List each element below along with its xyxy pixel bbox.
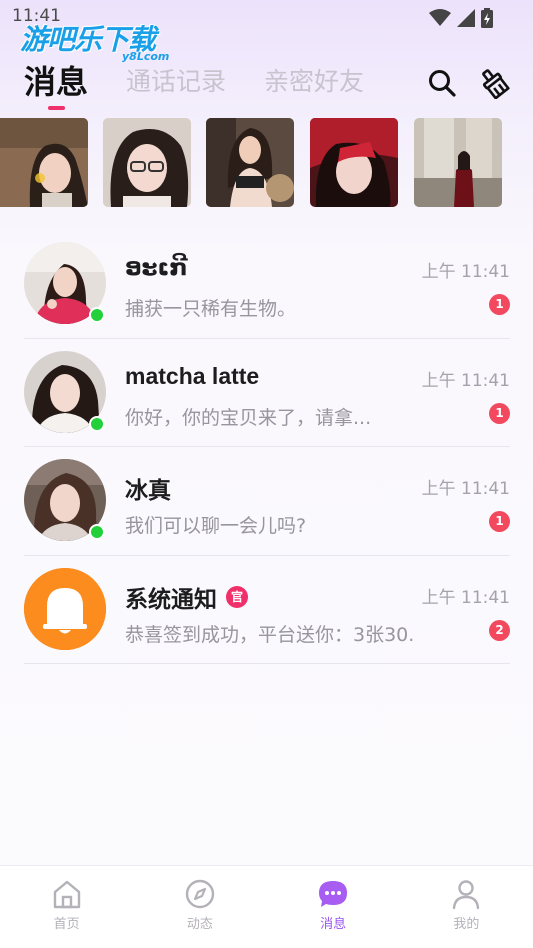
chat-bubble-icon	[319, 881, 348, 907]
contact-name: ອະເກີ	[125, 254, 188, 281]
compass-icon	[185, 879, 215, 909]
signal-icon	[457, 9, 475, 27]
unread-count-badge: 1	[489, 402, 510, 424]
message-preview: 你好，你的宝贝来了，请拿...	[125, 406, 372, 429]
contact-name-text: 系统通知	[125, 585, 217, 612]
broom-icon	[482, 69, 510, 99]
conversation-item[interactable]: ອະເກີ 上午 11:41 捕获一只稀有生物。 1	[24, 230, 510, 339]
message-time: 上午 11:41	[421, 587, 510, 608]
nav-moments[interactable]: 动态	[133, 866, 266, 948]
home-icon	[53, 880, 80, 909]
active-tab-indicator	[48, 106, 65, 110]
nav-messages[interactable]: 消息	[267, 866, 400, 948]
tab-messages-label: 消息	[24, 63, 89, 101]
status-icons	[429, 8, 493, 28]
tab-messages[interactable]: 消息	[24, 60, 89, 110]
clear-unread-button[interactable]	[477, 66, 511, 100]
contact-name: 冰真	[125, 471, 171, 505]
nav-home[interactable]: 首页	[0, 866, 133, 948]
photo-thumb-3[interactable]	[206, 118, 294, 207]
bottom-nav: 首页 动态 消息 我的	[0, 865, 533, 948]
nav-moments-label: 动态	[186, 917, 213, 932]
message-preview: 我们可以聊一会儿吗?	[125, 515, 307, 537]
tab-close-friends[interactable]: 亲密好友	[264, 60, 364, 104]
wifi-icon	[429, 9, 451, 26]
conversation-item[interactable]: matcha latte 上午 11:41 你好，你的宝贝来了，请拿... 1	[24, 339, 510, 447]
nav-messages-label: 消息	[320, 917, 347, 932]
messages-screen: 11:41 游吧乐下载 y8Lcom 消息 通话记录 亲密好友 ອະເກີ 上午…	[0, 0, 533, 948]
battery-icon	[481, 8, 493, 28]
contact-name: 系统通知 官	[125, 580, 248, 614]
contact-name-text: 冰真	[125, 477, 171, 503]
tab-call-log-label: 通话记录	[126, 67, 227, 96]
message-preview: 恭喜签到成功，平台送你：3张30...	[125, 623, 415, 646]
photo-thumb-2[interactable]	[103, 118, 191, 207]
search-icon	[429, 70, 456, 97]
photo-thumb-4[interactable]	[310, 118, 398, 207]
message-time: 上午 11:41	[421, 262, 510, 282]
nav-profile[interactable]: 我的	[400, 866, 533, 948]
header-actions	[425, 66, 511, 100]
online-status-dot	[89, 524, 105, 540]
search-button[interactable]	[425, 66, 459, 100]
message-time: 上午 11:41	[421, 370, 510, 391]
conversation-item[interactable]: 冰真 上午 11:41 我们可以聊一会儿吗? 1	[24, 447, 510, 556]
unread-count-badge: 2	[489, 619, 510, 641]
photo-thumb-1[interactable]	[0, 118, 88, 207]
unread-count-badge: 1	[489, 511, 510, 532]
nav-home-label: 首页	[53, 917, 80, 932]
photo-strip	[0, 118, 533, 208]
message-preview: 捕获一只稀有生物。	[125, 298, 297, 320]
contact-name-text: matcha latte	[125, 362, 260, 389]
online-status-dot	[89, 307, 105, 323]
conversation-list: ອະເກີ 上午 11:41 捕获一只稀有生物。 1 matcha latte …	[24, 230, 510, 664]
official-badge: 官	[226, 585, 248, 608]
conversation-item-system-notice[interactable]: 系统通知 官 上午 11:41 恭喜签到成功，平台送你：3张30... 2	[24, 556, 510, 664]
contact-name-text: ອະເກີ	[125, 254, 188, 280]
bell-icon	[24, 567, 106, 650]
system-notice-avatar[interactable]	[24, 567, 106, 650]
unread-count-badge: 1	[489, 294, 510, 315]
tab-call-log[interactable]: 通话记录	[126, 60, 226, 104]
photo-thumb-5[interactable]	[414, 118, 502, 207]
nav-profile-label: 我的	[453, 917, 480, 932]
tab-close-friends-label: 亲密好友	[264, 67, 365, 96]
top-tabs: 消息 通话记录 亲密好友	[24, 60, 402, 110]
online-status-dot	[89, 415, 105, 432]
contact-name: matcha latte	[125, 363, 259, 390]
message-time: 上午 11:41	[421, 479, 510, 499]
person-icon	[453, 880, 480, 910]
